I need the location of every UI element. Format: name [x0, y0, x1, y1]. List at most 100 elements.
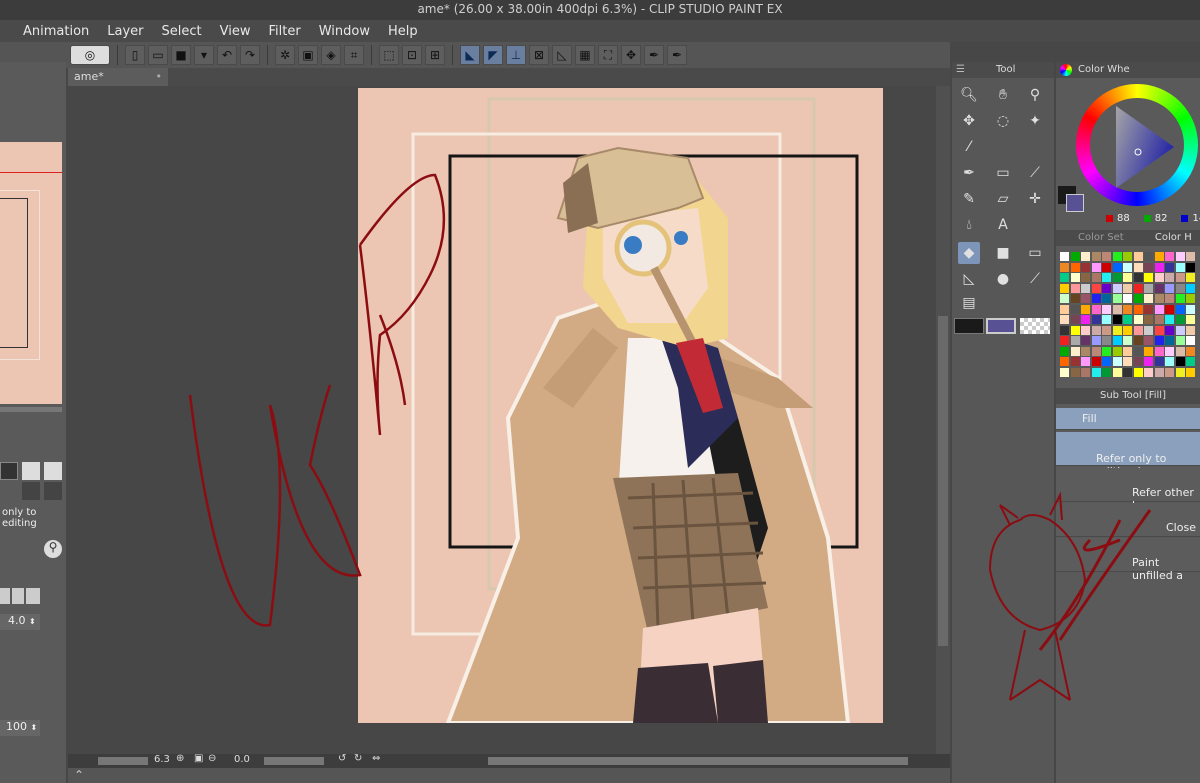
- color-swatch[interactable]: [1081, 273, 1090, 282]
- color-swatch[interactable]: [1070, 325, 1080, 335]
- expand-panel-icon[interactable]: ⌃: [74, 768, 84, 782]
- color-swatch[interactable]: [1186, 346, 1195, 356]
- swatch[interactable]: [26, 588, 40, 604]
- color-swatch[interactable]: [1133, 294, 1143, 303]
- color-swatch[interactable]: [1070, 315, 1080, 324]
- navigator-slider[interactable]: [0, 407, 62, 412]
- color-swatch[interactable]: [1091, 367, 1101, 377]
- menu-help[interactable]: Help: [379, 24, 427, 39]
- color-swatch[interactable]: [1133, 346, 1143, 356]
- color-swatch[interactable]: [1102, 357, 1111, 366]
- color-swatch[interactable]: [1133, 304, 1143, 314]
- rotate-slider[interactable]: [264, 757, 324, 765]
- color-swatch[interactable]: [1186, 252, 1195, 261]
- dropdown-chevron-icon[interactable]: ▾: [194, 45, 214, 65]
- close-tab-icon[interactable]: •: [156, 68, 163, 86]
- color-swatch[interactable]: [1175, 283, 1185, 293]
- color-swatch[interactable]: [1081, 283, 1090, 293]
- color-swatch[interactable]: [1112, 304, 1122, 314]
- menu-select[interactable]: Select: [153, 24, 211, 39]
- eraser-alt-tool-icon[interactable]: ▱: [992, 188, 1014, 210]
- gradient-tool-icon[interactable]: ■: [992, 242, 1014, 264]
- crop-icon[interactable]: ⊠: [529, 45, 549, 65]
- color-swatch[interactable]: [1133, 273, 1143, 282]
- color-swatch[interactable]: [1186, 273, 1195, 282]
- color-swatch[interactable]: [1060, 367, 1069, 377]
- color-swatch[interactable]: [1060, 283, 1069, 293]
- color-triangle[interactable]: [1100, 104, 1180, 190]
- color-swatch[interactable]: [1165, 325, 1174, 335]
- color-swatch[interactable]: [1081, 294, 1090, 303]
- zoom-out-icon[interactable]: ⊖: [208, 753, 216, 764]
- color-swatch[interactable]: [1154, 283, 1164, 293]
- brush-tool-icon[interactable]: ⟋: [1024, 162, 1046, 184]
- color-swatch[interactable]: [1154, 304, 1164, 314]
- color-swatch[interactable]: [1060, 325, 1069, 335]
- eyedropper-tool-icon[interactable]: ⁄: [958, 136, 980, 158]
- menu-view[interactable]: View: [211, 24, 260, 39]
- color-swatch[interactable]: [1175, 304, 1185, 314]
- panel-menu-icon[interactable]: ☰: [956, 62, 965, 78]
- color-swatch[interactable]: [1081, 252, 1090, 261]
- color-swatch[interactable]: [1165, 315, 1174, 324]
- color-swatch[interactable]: [1186, 336, 1195, 345]
- eraser-tool-icon[interactable]: ▭: [992, 162, 1014, 184]
- color-swatch[interactable]: [1091, 325, 1101, 335]
- color-swatch[interactable]: [1123, 262, 1132, 272]
- color-swatch[interactable]: [1091, 346, 1101, 356]
- color-swatch[interactable]: [1070, 357, 1080, 366]
- color-swatch[interactable]: [1112, 262, 1122, 272]
- color-swatch[interactable]: [1112, 283, 1122, 293]
- new-file-icon[interactable]: ▯: [125, 45, 145, 65]
- text-tool-icon[interactable]: A: [992, 214, 1014, 236]
- color-swatch[interactable]: [1144, 294, 1153, 303]
- magic-wand-tool-icon[interactable]: ✦: [1024, 110, 1046, 132]
- balloon-tool-icon[interactable]: ●: [992, 268, 1014, 290]
- figure-tool-icon[interactable]: ▭: [1024, 242, 1046, 264]
- clear-outside-icon[interactable]: ▣: [298, 45, 318, 65]
- color-swatch[interactable]: [1144, 357, 1153, 366]
- color-swatch[interactable]: [1123, 294, 1132, 303]
- color-swatch[interactable]: [1102, 325, 1111, 335]
- color-swatch[interactable]: [1060, 315, 1069, 324]
- color-swatch[interactable]: [1081, 346, 1090, 356]
- lasso-tool-icon[interactable]: ◌: [992, 110, 1014, 132]
- color-swatch[interactable]: [1165, 346, 1174, 356]
- blend-tool-icon[interactable]: 💧︎: [958, 214, 980, 236]
- hand-tool-icon[interactable]: ✋︎: [992, 84, 1014, 106]
- color-swatch[interactable]: [1133, 336, 1143, 345]
- color-swatch[interactable]: [1154, 367, 1164, 377]
- target-alt-icon[interactable]: [44, 482, 62, 500]
- color-swatch[interactable]: [1102, 315, 1111, 324]
- color-swatch[interactable]: [1081, 357, 1090, 366]
- color-swatch[interactable]: [1070, 294, 1080, 303]
- snap-special-ruler-icon[interactable]: ◤: [483, 45, 503, 65]
- color-swatch[interactable]: [1154, 357, 1164, 366]
- pen-tool-icon[interactable]: ✒: [958, 162, 980, 184]
- transparent-color-chip[interactable]: [1020, 318, 1050, 334]
- color-swatch[interactable]: [1060, 346, 1069, 356]
- color-swatch[interactable]: [1060, 304, 1069, 314]
- color-swatch[interactable]: [1165, 304, 1174, 314]
- color-swatch[interactable]: [1165, 252, 1174, 261]
- color-swatch[interactable]: [1175, 252, 1185, 261]
- color-swatch[interactable]: [1186, 315, 1195, 324]
- target-icon[interactable]: [22, 482, 40, 500]
- color-swatch[interactable]: [1091, 304, 1101, 314]
- color-swatch[interactable]: [1175, 273, 1185, 282]
- color-swatch[interactable]: [1154, 325, 1164, 335]
- color-swatch[interactable]: [1144, 315, 1153, 324]
- color-swatch[interactable]: [1133, 367, 1143, 377]
- color-swatch[interactable]: [1112, 336, 1122, 345]
- color-swatch[interactable]: [1154, 346, 1164, 356]
- color-swatch[interactable]: [1070, 262, 1080, 272]
- color-swatch[interactable]: [1091, 357, 1101, 366]
- color-swatch[interactable]: [1186, 294, 1195, 303]
- color-swatch[interactable]: [1133, 283, 1143, 293]
- main-color-chip[interactable]: [954, 318, 984, 334]
- color-swatch[interactable]: [1175, 325, 1185, 335]
- line-reference-icon[interactable]: [44, 462, 62, 480]
- color-swatch[interactable]: [1102, 294, 1111, 303]
- color-swatch[interactable]: [1081, 367, 1090, 377]
- brush-shape-swatches[interactable]: [0, 588, 50, 604]
